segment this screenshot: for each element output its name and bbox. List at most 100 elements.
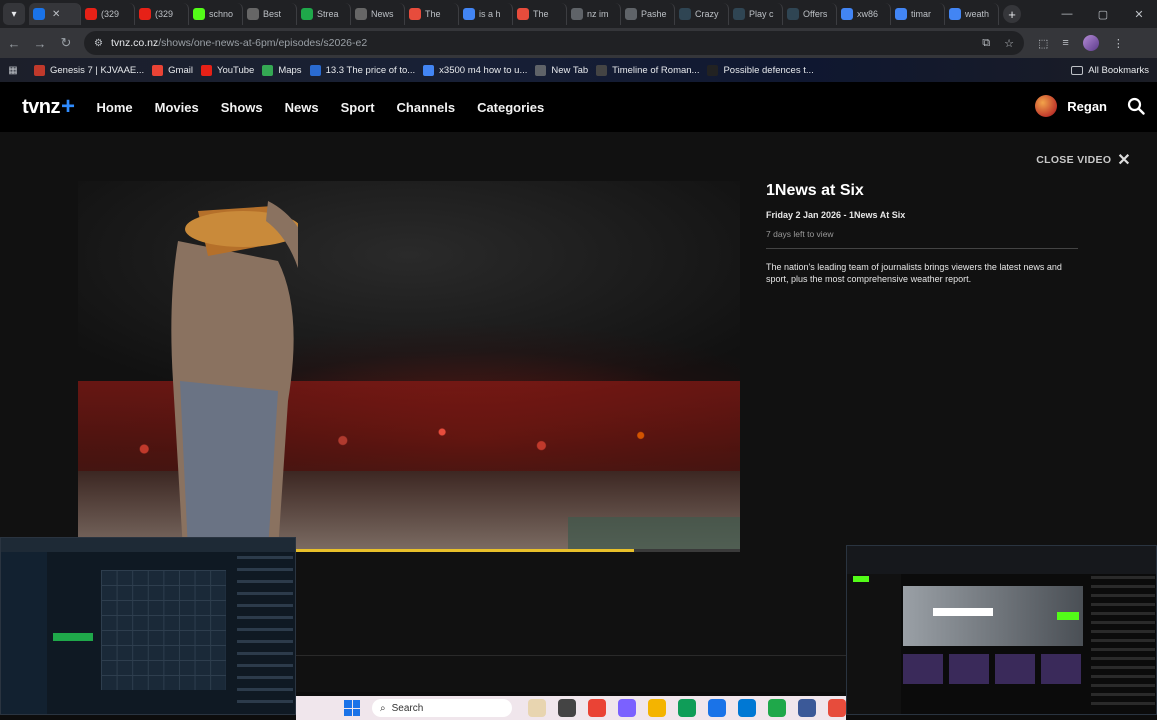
browser-tab[interactable]: schno [189,3,243,25]
plus-icon: + [61,93,75,120]
new-tab-button[interactable]: + [1003,5,1021,23]
nav-home[interactable]: Home [97,100,133,115]
apps-grid-icon[interactable]: ▦ [0,65,26,76]
windows-start-icon[interactable] [344,700,360,716]
back-icon[interactable]: ← [2,31,26,55]
nav-channels[interactable]: Channels [397,100,456,115]
browser-tab[interactable]: Offers [783,3,837,25]
bookmark-item[interactable]: YouTube [200,64,254,76]
browser-tab[interactable]: Pashe [621,3,675,25]
taskbar-app-icon[interactable] [588,699,606,717]
browser-tab[interactable]: News [351,3,405,25]
reload-icon[interactable]: ↻ [54,31,78,55]
tab-search-dropdown-icon[interactable]: ▾ [3,3,25,25]
stake-icon [733,8,745,20]
taskbar-app-icon[interactable] [648,699,666,717]
thumbnail-banner [903,586,1083,646]
bookmark-item[interactable]: x3500 m4 how to u... [423,64,527,76]
main-nav: Home Movies Shows News Sport Channels Categori… [97,100,545,115]
taskbar-app-icon[interactable] [678,699,696,717]
browser-tab[interactable]: weath [945,3,999,25]
browser-tab[interactable]: Crazy [675,3,729,25]
tab-title: xw86 [857,9,879,19]
all-bookmarks-button[interactable]: All Bookmarks [1071,58,1149,82]
taskbar-app-icon[interactable] [708,699,726,717]
browser-tab[interactable]: ✕ [29,3,81,25]
profile-avatar-icon[interactable] [1082,35,1099,51]
kick-icon [193,8,205,20]
bookmark-favicon-icon [262,64,274,76]
install-app-icon[interactable]: ⧉ [982,37,990,50]
bookmark-item[interactable]: Maps [262,64,302,76]
close-window-icon[interactable]: ✕ [1121,0,1157,28]
browser-tab[interactable]: (329 [81,3,135,25]
taskbar-app-icon[interactable] [618,699,636,717]
browser-tab[interactable]: The [405,3,459,25]
taskbar-search[interactable]: ⌕ Search [372,699,512,717]
stake-icon [679,8,691,20]
nav-movies[interactable]: Movies [155,100,199,115]
search-icon[interactable] [1127,97,1145,115]
menu-icon[interactable]: ⋮ [1113,37,1124,50]
minimize-icon[interactable]: — [1049,0,1085,28]
browser-tab[interactable]: is a h [459,3,513,25]
browser-tab[interactable]: The [513,3,567,25]
taskbar-app-icon[interactable] [738,699,756,717]
tab-title: Pashe [641,9,667,19]
tvnz-logo[interactable]: tvnz + [22,95,75,119]
bookmark-list: Genesis 7 | KJVAAE... Gmail YouTube Maps 13.… [26,64,814,76]
nav-categories[interactable]: Categories [477,100,544,115]
reading-list-icon[interactable]: ≡ [1062,37,1068,49]
thumbnail-chat [1091,576,1155,706]
tab-title: nz im [587,9,609,19]
thumbnail-chat [237,556,293,706]
video-performer [171,201,298,551]
browser-tab[interactable]: Play c [729,3,783,25]
bookmark-item[interactable]: Genesis 7 | KJVAAE... [34,64,144,76]
browser-tab[interactable]: xw86 [837,3,891,25]
bookmark-item[interactable]: Timeline of Roman... [596,64,699,76]
window-controls: — ▢ ✕ [1049,0,1157,28]
bookmark-item[interactable]: 13.3 The price of to... [309,64,415,76]
browser-tab[interactable]: nz im [567,3,621,25]
bookmark-item[interactable]: Possible defences t... [707,64,814,76]
browser-tab[interactable]: Best [243,3,297,25]
bookmark-item[interactable]: Gmail [152,64,193,76]
google-icon [841,8,853,20]
taskbar-app-icon[interactable] [558,699,576,717]
browser-tab[interactable]: Strea [297,3,351,25]
browser-tab[interactable]: timar [891,3,945,25]
google-icon [895,8,907,20]
video-player[interactable] [78,181,740,551]
bookmark-star-icon[interactable]: ☆ [1004,37,1014,50]
nav-sport[interactable]: Sport [341,100,375,115]
folder-icon [1071,65,1084,75]
close-tab-icon[interactable]: ✕ [52,9,60,20]
maximize-icon[interactable]: ▢ [1085,0,1121,28]
taskbar-app-icon[interactable] [768,699,786,717]
globe-icon [571,8,583,20]
taskbar-app-icon[interactable] [828,699,846,717]
thumbnail-header [847,546,1156,574]
user-menu[interactable]: Regan [1035,95,1107,117]
browser-tab[interactable]: (329 [135,3,189,25]
bookmark-item[interactable]: New Tab [535,64,588,76]
forward-icon[interactable]: → [28,31,52,55]
window-thumbnail-left[interactable] [0,537,296,715]
kick-logo-icon [853,576,869,582]
nav-shows[interactable]: Shows [221,100,263,115]
nav-news[interactable]: News [285,100,319,115]
user-name: Regan [1067,98,1107,114]
close-icon: ✕ [1117,152,1131,169]
taskbar-app-icon[interactable] [528,699,546,717]
tab-title: is a h [479,9,501,19]
address-bar[interactable]: ⚙ tvnz.co.nz/shows/one-news-at-6pm/episo… [84,31,1024,55]
window-thumbnail-right[interactable] [846,545,1157,715]
stream-icon [301,8,313,20]
extensions-icon[interactable]: ⬚ [1038,37,1048,50]
bookmark-label: Possible defences t... [723,64,814,76]
bookmark-favicon-icon [535,64,547,76]
close-video-button[interactable]: CLOSE VIDEO ✕ [1036,150,1131,170]
site-info-icon[interactable]: ⚙ [94,38,103,49]
taskbar-app-icon[interactable] [798,699,816,717]
